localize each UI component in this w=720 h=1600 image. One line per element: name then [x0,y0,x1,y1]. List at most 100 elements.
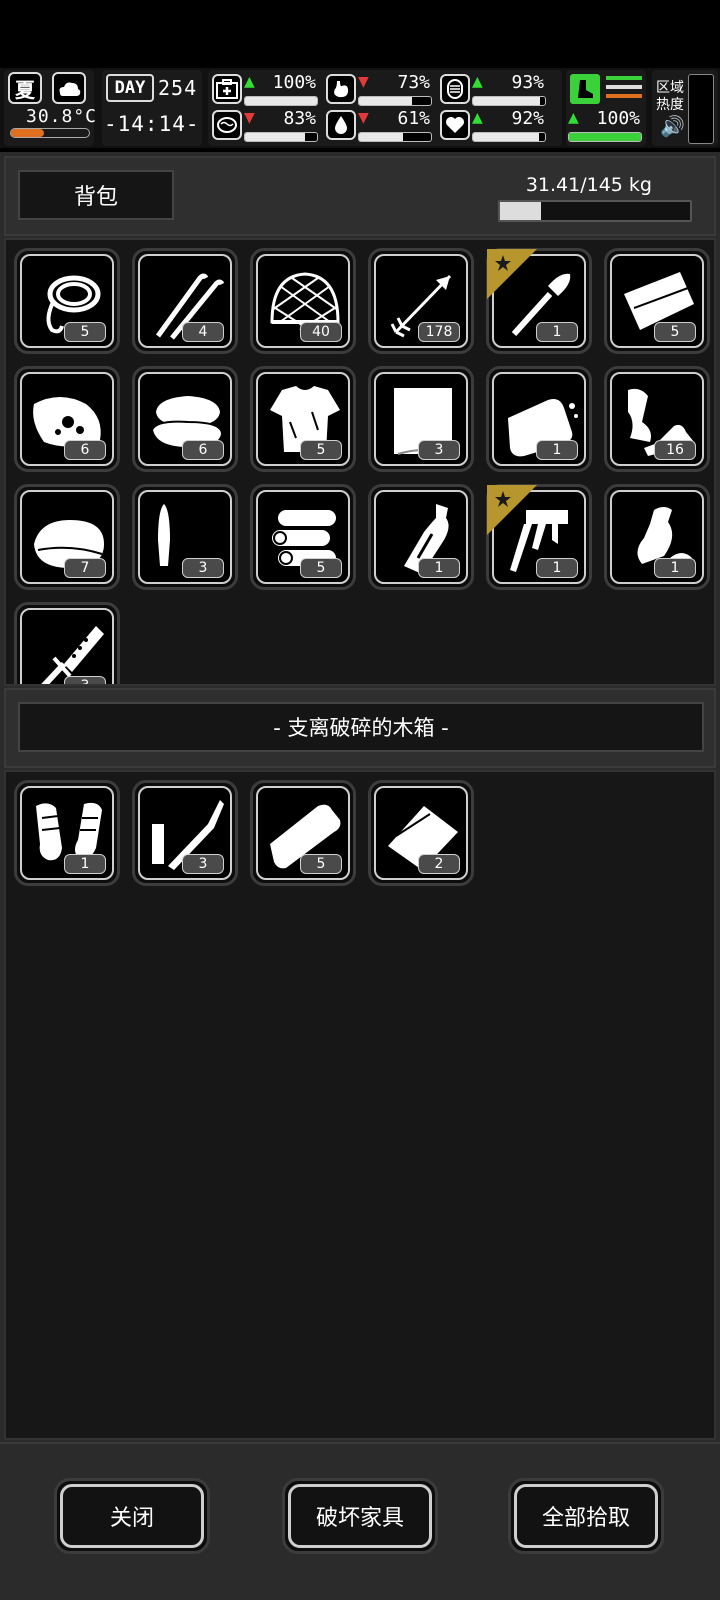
stamina-trend-icon: ▲ [472,74,483,90]
backpack-item-slot[interactable]: 1 [368,484,474,590]
backpack-grid: 5 4 40 178 1 5 6 6 5 3 1 16 7 3 5 1 1 1 3 [4,238,716,686]
item-count-badge: 6 [64,440,106,460]
item-count-badge: 5 [654,322,696,342]
backpack-item-slot[interactable]: 3 [132,484,238,590]
weather-panel: 夏 30.8°C [4,70,98,146]
brain-icon [212,110,242,140]
status-hud: 夏 30.8°C DAY 254 -14:14- ▲ 100% ▼ 73% ▲ … [0,68,720,148]
mood-trend-icon: ▲ [472,110,483,126]
water-bar [358,132,432,142]
container-item-slot[interactable]: 1 [14,780,120,886]
item-count-badge: 40 [300,322,342,342]
backpack-item-slot-frame: 4 [138,254,232,348]
container-item-slot-frame: 1 [20,786,114,880]
water-trend-icon: ▼ [358,110,369,126]
backpack-item-slot[interactable]: 7 [14,484,120,590]
sanity-value: 83% [283,108,316,129]
backpack-item-slot-frame: 40 [256,254,350,348]
container-item-slot[interactable]: 2 [368,780,474,886]
speaker-icon[interactable]: 🔊 [660,114,685,138]
container-grid: 1 3 5 2 [4,770,716,1440]
water-bar-fill [359,133,403,141]
backpack-item-slot-frame: 6 [20,372,114,466]
water-value: 61% [397,108,430,129]
break-furniture-button[interactable]: 破坏家具 [282,1478,438,1554]
food-bar [358,96,432,106]
loot-screen: 背包 31.41/145 kg 5 4 40 178 1 5 6 6 5 3 1 16 7 3 5 1 1 1 3 … [0,152,720,1600]
temperature-readout: 30.8°C [26,106,98,127]
sanity-bar [244,132,318,142]
backpack-item-slot-frame: 3 [20,608,114,684]
backpack-item-slot-frame: 3 [374,372,468,466]
mood-bar-fill [473,133,540,141]
lungs-icon [440,74,470,104]
backpack-item-slot-frame: 178 [374,254,468,348]
container-item-slot[interactable]: 3 [132,780,238,886]
backpack-item-slot[interactable]: 5 [14,248,120,354]
food-trend-icon: ▼ [358,74,369,90]
backpack-tab[interactable]: 背包 [18,170,174,220]
item-count-badge: 1 [536,440,578,460]
day-label: DAY [106,74,154,102]
close-button[interactable]: 关闭 [54,1478,210,1554]
weight-text: 31.41/145 kg [525,174,652,196]
item-count-badge: 3 [418,440,460,460]
backpack-item-slot[interactable]: 5 [250,484,356,590]
backpack-item-slot[interactable]: 6 [14,366,120,472]
item-count-badge: 5 [300,558,342,578]
energy-bar [568,132,642,142]
status-lines-icon [606,76,642,98]
day-time-panel: DAY 254 -14:14- [102,70,202,146]
favorite-star-icon [487,485,537,535]
take-all-button[interactable]: 全部拾取 [508,1478,664,1554]
backpack-item-slot[interactable]: 4 [132,248,238,354]
item-count-badge: 5 [64,322,106,342]
backpack-item-slot[interactable]: 1 [486,248,592,354]
backpack-item-slot[interactable]: 1 [486,484,592,590]
cloudy-night-icon [52,72,86,104]
take-all-button-label: 全部拾取 [514,1484,658,1548]
backpack-item-slot[interactable]: 1 [604,484,710,590]
backpack-item-slot[interactable]: 3 [14,602,120,684]
item-count-badge: 6 [182,440,224,460]
backpack-header: 背包 31.41/145 kg [4,156,716,236]
item-count-badge: 4 [182,322,224,342]
season-icon: 夏 [8,72,42,104]
backpack-item-slot[interactable]: 5 [604,248,710,354]
stomach-icon [326,74,356,104]
item-count-badge: 5 [300,440,342,460]
favorite-star-icon [487,249,537,299]
backpack-items: 5 4 40 178 1 5 6 6 5 3 1 16 7 3 5 1 1 1 3 [14,248,710,684]
backpack-item-slot-frame: 1 [610,490,704,584]
backpack-item-slot-frame: 5 [256,490,350,584]
backpack-item-slot[interactable]: 1 [486,366,592,472]
container-item-slot-frame: 5 [256,786,350,880]
item-count-badge: 1 [418,558,460,578]
item-count-badge: 1 [654,558,696,578]
item-count-badge: 1 [536,558,578,578]
day-number: 254 [158,76,198,100]
energy-value: 100% [596,108,640,129]
energy-bar-fill [569,133,641,141]
backpack-item-slot[interactable]: 3 [368,366,474,472]
stamina-bar-fill [473,97,540,105]
backpack-item-slot[interactable]: 5 [250,366,356,472]
food-value: 73% [397,72,430,93]
sanity-bar-fill [245,133,305,141]
mood-value: 92% [511,108,544,129]
first-aid-icon [212,74,242,104]
backpack-item-slot-frame: 3 [138,490,232,584]
backpack-item-slot-frame: 5 [610,254,704,348]
backpack-item-slot[interactable]: 178 [368,248,474,354]
item-count-badge: 178 [418,322,460,342]
container-item-slot[interactable]: 5 [250,780,356,886]
backpack-item-slot[interactable]: 6 [132,366,238,472]
health-trend-icon: ▲ [244,74,255,90]
heart-icon [440,110,470,140]
food-bar-fill [359,97,412,105]
action-footer: 关闭 破坏家具 全部拾取 [0,1442,720,1600]
weight-bar [498,200,692,222]
item-count-badge: 3 [64,676,106,684]
backpack-item-slot[interactable]: 16 [604,366,710,472]
backpack-item-slot[interactable]: 40 [250,248,356,354]
